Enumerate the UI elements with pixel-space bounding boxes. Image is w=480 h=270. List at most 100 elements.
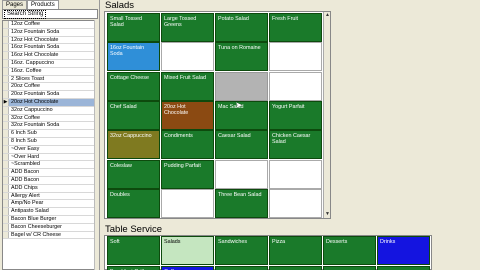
- list-item-label: 20oz Fountain Soda: [11, 91, 60, 98]
- list-item-label: 20oz Coffee: [11, 83, 40, 90]
- salad-button[interactable]: Yogurt Parfait: [269, 100, 322, 130]
- list-item[interactable]: 16oz Fountain Soda: [3, 44, 94, 53]
- empty-button[interactable]: [269, 188, 322, 218]
- table-service-button[interactable]: Salads: [161, 236, 214, 265]
- list-item[interactable]: Bacon Blue Burger: [3, 215, 94, 224]
- list-item[interactable]: 12oz Fountain Soda: [3, 28, 94, 37]
- product-list-scrollbar[interactable]: [94, 20, 99, 270]
- list-item-label: 16oz. Coffee: [11, 67, 42, 74]
- empty-button[interactable]: [161, 188, 214, 218]
- list-item-label: ADD Bacon: [11, 169, 40, 176]
- salad-button[interactable]: 20oz Hot Chocolate: [161, 100, 214, 130]
- salad-button[interactable]: Chef Salad: [107, 100, 160, 130]
- list-item-label: 12oz Fountain Soda: [11, 28, 60, 35]
- list-item[interactable]: 12oz Hot Chocolate: [3, 36, 94, 45]
- list-item-label: ~Over Easy: [11, 145, 40, 152]
- table-service-button[interactable]: Soft: [107, 236, 160, 265]
- table-service-button[interactable]: Sandwiches: [215, 236, 268, 265]
- list-item[interactable]: 16oz. Cappuccino: [3, 59, 94, 68]
- list-item-label: Allergy Alert: [11, 192, 40, 199]
- product-list[interactable]: 12oz Coffee 12oz Fountain Soda 12oz Hot Ch…: [2, 20, 95, 270]
- list-item-label: Bagel w/ CR Cheese: [11, 231, 62, 238]
- list-item[interactable]: 6 Inch Sub: [3, 130, 94, 138]
- list-item[interactable]: ~Over Easy: [3, 145, 94, 154]
- list-item-label: 32oz Cappuccino: [11, 106, 53, 113]
- list-item-label: ~Over Hard: [11, 153, 40, 160]
- salad-button[interactable]: Chicken Caesar Salad: [269, 130, 322, 160]
- salad-button[interactable]: Doubles: [107, 188, 160, 218]
- tab-products[interactable]: Products: [27, 0, 59, 9]
- list-item[interactable]: Bacon Cheeseburger: [3, 223, 94, 232]
- list-item[interactable]: 20oz Coffee: [3, 83, 94, 92]
- empty-button[interactable]: [269, 42, 322, 72]
- salad-button[interactable]: Coleslaw: [107, 159, 160, 189]
- list-item[interactable]: ADD Chips: [3, 184, 94, 193]
- salad-button[interactable]: Tuna on Romaine: [215, 42, 268, 72]
- menu-area: Salads ▲ ▼ Table Service Small Tossed Sa…: [101, 0, 480, 270]
- list-item[interactable]: 8 Inch Sub: [3, 137, 94, 146]
- list-item[interactable]: ~Over Hard: [3, 153, 94, 162]
- list-item[interactable]: ADD Bacon: [3, 176, 94, 185]
- table-service-button[interactable]: [377, 266, 430, 270]
- table-service-title: Table Service: [105, 224, 163, 235]
- list-item[interactable]: Allergy Alert: [3, 192, 94, 201]
- table-service-button[interactable]: Pizza: [269, 236, 322, 265]
- list-item-label: 16oz Hot Chocolate: [11, 52, 59, 59]
- list-item[interactable]: Antipasto Salad: [3, 208, 94, 216]
- salad-button[interactable]: 16oz Fountain Soda: [107, 42, 160, 72]
- salad-button[interactable]: 32oz Cappuccino: [107, 130, 160, 160]
- table-service-button[interactable]: [269, 266, 322, 270]
- list-item[interactable]: 20oz Fountain Soda: [3, 91, 94, 99]
- table-service-button[interactable]: Drinks: [377, 236, 430, 265]
- empty-button[interactable]: [215, 159, 268, 189]
- list-item-label: 2 Slices Toast: [11, 75, 45, 82]
- salad-button[interactable]: Potato Salad: [215, 13, 268, 42]
- list-item[interactable]: 16oz. Coffee: [3, 67, 94, 76]
- list-item-label: 12oz Coffee: [11, 21, 40, 27]
- empty-button[interactable]: [269, 159, 322, 189]
- table-service-button[interactable]: [323, 266, 376, 270]
- list-item-label: Antipasto Salad: [11, 208, 49, 215]
- table-service-button[interactable]: Desserts: [323, 236, 376, 265]
- list-item[interactable]: Bagel w/ CR Cheese: [3, 231, 94, 240]
- list-item-label: 32oz Coffee: [11, 114, 40, 121]
- salad-button[interactable]: Three Bean Salad: [215, 188, 268, 218]
- table-service-button[interactable]: Breakfast Grill: [107, 266, 160, 270]
- list-item-label: Bacon Blue Burger: [11, 215, 57, 222]
- tab-pages[interactable]: Pages: [2, 0, 28, 9]
- list-item[interactable]: ADD Bacon: [3, 169, 94, 177]
- list-item-label: 32oz Fountain Soda: [11, 122, 60, 129]
- salad-button[interactable]: Mixed Fruit Salad: [161, 71, 214, 101]
- list-item[interactable]: 2 Slices Toast: [3, 75, 94, 84]
- list-item-label: 8 Inch Sub: [11, 137, 37, 144]
- search-field[interactable]: Search String: [2, 9, 98, 19]
- salad-button[interactable]: Pudding Parfait: [161, 159, 214, 189]
- salad-button[interactable]: Small Tossed Salad: [107, 13, 160, 42]
- list-item-label: 20oz Hot Chocolate: [9, 98, 94, 106]
- table-service-button[interactable]: Coffee: [161, 266, 214, 270]
- list-item[interactable]: 32oz Coffee: [3, 114, 94, 123]
- list-item[interactable]: 32oz Cappuccino: [3, 106, 94, 115]
- salad-button[interactable]: Caesar Salad: [215, 130, 268, 160]
- list-item-label: ADD Chips: [11, 184, 38, 191]
- salad-button[interactable]: Fresh Fruit: [269, 13, 322, 42]
- scroll-down-icon[interactable]: ▼: [325, 211, 330, 217]
- table-service-button[interactable]: [215, 266, 268, 270]
- salad-button[interactable]: Large Tossed Greens: [161, 13, 214, 42]
- empty-button[interactable]: [161, 42, 214, 72]
- scroll-up-icon[interactable]: ▲: [325, 12, 330, 18]
- product-panel: Pages Products Search String 12oz Coffee…: [0, 0, 100, 270]
- list-item-label: 16oz Fountain Soda: [11, 44, 60, 51]
- list-item[interactable]: 12oz Coffee: [3, 21, 94, 29]
- list-item[interactable]: ~Scrambled: [3, 161, 94, 170]
- list-item[interactable]: 32oz Fountain Soda: [3, 122, 94, 131]
- salad-button[interactable]: Cottage Cheese: [107, 71, 160, 101]
- list-item[interactable]: ▶ 20oz Hot Chocolate: [3, 98, 94, 107]
- list-item[interactable]: 16oz Hot Chocolate: [3, 52, 94, 60]
- panel-tabs: Pages Products: [2, 0, 59, 9]
- salad-button[interactable]: Condiments: [161, 130, 214, 160]
- salads-scrollbar[interactable]: ▲ ▼: [323, 12, 330, 218]
- empty-button[interactable]: [215, 71, 268, 101]
- list-item[interactable]: Amp/No Pear: [3, 200, 94, 209]
- empty-button[interactable]: [269, 71, 322, 101]
